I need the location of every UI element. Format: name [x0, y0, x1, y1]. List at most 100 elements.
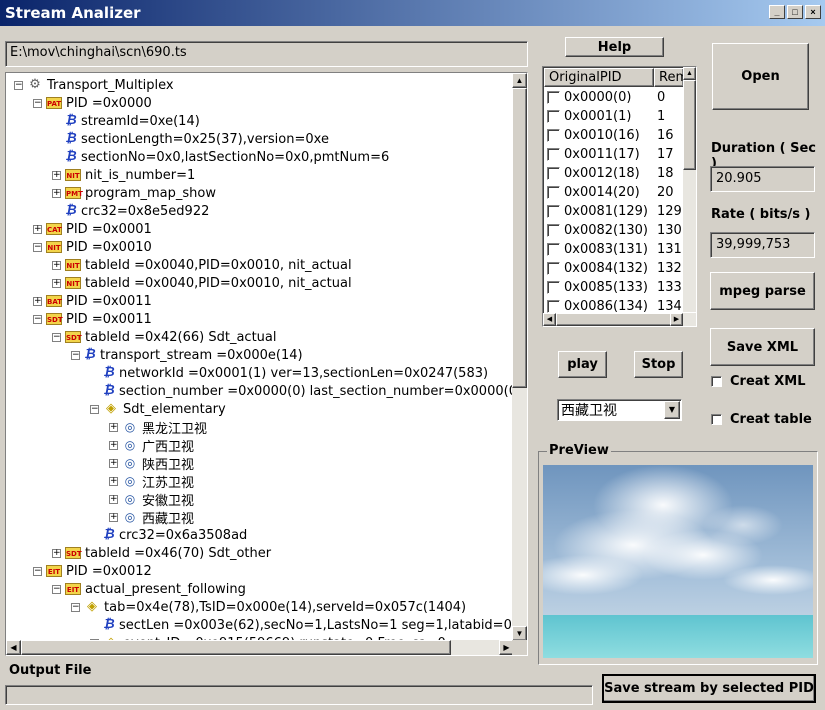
pid-row[interactable]: 0x0012(18) 18 — [547, 164, 674, 183]
tree-node[interactable]: − NIT PID =0x0010 — [33, 238, 152, 256]
tree-node[interactable]: + SDT tableId =0x46(70) Sdt_other — [52, 544, 271, 562]
tree-node[interactable]: ₿ sectionLength=0x25(37),version=0xe — [52, 130, 329, 148]
pid-checkbox[interactable] — [547, 281, 560, 294]
scroll-left-icon[interactable]: ◀ — [6, 640, 21, 655]
pid-row[interactable]: 0x0084(132) 132 — [547, 259, 682, 278]
collapse-icon[interactable]: − — [90, 404, 99, 414]
tree-node[interactable]: + ◎ 安徽卫视 — [109, 490, 194, 509]
pid-scroll-up-icon[interactable]: ▲ — [683, 67, 696, 80]
pid-scroll-right-icon[interactable]: ▶ — [670, 313, 683, 326]
tree-hscroll-thumb[interactable] — [21, 640, 451, 655]
tree-node[interactable]: − PAT PID =0x0000 — [33, 94, 152, 112]
expand-icon[interactable]: + — [52, 278, 61, 288]
col-original-pid[interactable]: OriginalPID — [544, 68, 654, 87]
tree-node[interactable]: − SDT tableId =0x42(66) Sdt_actual — [52, 328, 277, 346]
expand-icon[interactable]: + — [52, 170, 61, 180]
tree-node[interactable]: + NIT nit_is_number=1 — [52, 166, 195, 184]
save-xml-button[interactable]: Save XML — [710, 328, 815, 366]
collapse-icon[interactable]: − — [33, 566, 42, 576]
expand-icon[interactable]: + — [52, 548, 61, 558]
tree-node[interactable]: + ◎ 广西卫视 — [109, 436, 194, 455]
pid-row[interactable]: 0x0082(130) 130 — [547, 221, 682, 240]
open-button[interactable]: Open — [712, 43, 809, 110]
pid-list[interactable]: OriginalPID Rem 0x0000(0)00x0001(1)10x00… — [542, 66, 697, 327]
tree-node[interactable]: ₿ crc32=0x8e5ed922 — [52, 202, 209, 220]
pid-row[interactable]: 0x0011(17) 17 — [547, 145, 674, 164]
collapse-icon[interactable]: − — [33, 242, 42, 252]
tree-vertical-scrollbar[interactable]: ▲ ▼ — [512, 73, 527, 641]
help-button[interactable]: Help — [565, 37, 664, 57]
tree-node[interactable]: − ◈ tab=0x4e(78),TsID=0x000e(14),serveId=0… — [71, 598, 466, 616]
expand-icon[interactable]: + — [109, 494, 118, 504]
tree-node[interactable]: − EIT PID =0x0012 — [33, 562, 152, 580]
tree-node[interactable]: − SDT PID =0x0011 — [33, 310, 152, 328]
expand-icon[interactable]: + — [52, 260, 61, 270]
tree-node[interactable]: + ◎ 黑龙江卫视 — [109, 418, 207, 437]
expand-icon[interactable]: + — [109, 458, 118, 468]
tree-scroll-thumb[interactable] — [512, 88, 527, 388]
expand-icon[interactable]: + — [33, 224, 42, 234]
expand-icon[interactable]: + — [109, 440, 118, 450]
pid-row[interactable]: 0x0083(131) 131 — [547, 240, 682, 259]
channel-select[interactable]: 西藏卫视 ▼ — [557, 399, 682, 421]
collapse-icon[interactable]: − — [71, 350, 80, 360]
creat-table-checkbox[interactable]: Creat table — [711, 412, 812, 427]
tree-node[interactable]: ₿ sectionNo=0x0,lastSectionNo=0x0,pmtNum=… — [52, 148, 389, 166]
output-file-field[interactable] — [5, 685, 593, 705]
minimize-button[interactable]: _ — [769, 5, 785, 19]
pid-checkbox[interactable] — [547, 243, 560, 256]
play-button[interactable]: play — [558, 351, 607, 378]
pid-checkbox[interactable] — [547, 167, 560, 180]
tree-node[interactable]: ₿ section_number =0x0000(0) last_section_… — [90, 382, 514, 400]
tree-horizontal-scrollbar[interactable]: ◀ ▶ — [6, 640, 514, 655]
expand-icon[interactable]: + — [109, 512, 118, 522]
collapse-icon[interactable]: − — [33, 98, 42, 108]
scroll-down-icon[interactable]: ▼ — [512, 626, 527, 641]
stream-tree[interactable]: − ⚙ Transport_Multiplex − PAT PID =0x0000 ₿ str… — [5, 72, 528, 656]
creat-table-box[interactable] — [711, 414, 722, 425]
tree-node[interactable]: ₿ crc32=0x6a3508ad — [90, 526, 247, 544]
pid-checkbox[interactable] — [547, 110, 560, 123]
tree-node[interactable]: + NIT tableId =0x0040,PID=0x0010, nit_actu… — [52, 274, 352, 292]
pid-checkbox[interactable] — [547, 262, 560, 275]
pid-checkbox[interactable] — [547, 186, 560, 199]
collapse-icon[interactable]: − — [71, 602, 80, 612]
pid-scroll-thumb[interactable] — [683, 80, 696, 170]
pid-row[interactable]: 0x0085(133) 133 — [547, 278, 682, 297]
creat-xml-box[interactable] — [711, 376, 722, 387]
tree-node[interactable]: − ₿ transport_stream =0x000e(14) — [71, 346, 303, 364]
pid-row[interactable]: 0x0010(16) 16 — [547, 126, 674, 145]
mpeg-parse-button[interactable]: mpeg parse — [710, 272, 815, 310]
tree-node[interactable]: + ◎ 陕西卫视 — [109, 454, 194, 473]
expand-icon[interactable]: + — [109, 422, 118, 432]
pid-scroll-left-icon[interactable]: ◀ — [543, 313, 556, 326]
tree-node[interactable]: − EIT actual_present_following — [52, 580, 246, 598]
expand-icon[interactable]: + — [33, 296, 42, 306]
pid-hscroll-thumb[interactable] — [556, 313, 673, 326]
close-button[interactable]: × — [805, 5, 821, 19]
pid-checkbox[interactable] — [547, 205, 560, 218]
collapse-icon[interactable]: − — [52, 332, 61, 342]
pid-checkbox[interactable] — [547, 224, 560, 237]
tree-node[interactable]: ₿ networkId =0x0001(1) ver=13,sectionLen=… — [90, 364, 488, 382]
tree-node[interactable]: + PMT program_map_show — [52, 184, 216, 202]
pid-row[interactable]: 0x0081(129) 129 — [547, 202, 682, 221]
tree-node[interactable]: + NIT tableId =0x0040,PID=0x0010, nit_actu… — [52, 256, 352, 274]
stop-button[interactable]: Stop — [634, 351, 683, 378]
col-rem[interactable]: Rem — [654, 68, 684, 87]
pid-vertical-scrollbar[interactable]: ▲ — [683, 67, 696, 312]
file-path-field[interactable]: E:\mov\chinghai\scn\690.ts — [5, 41, 528, 67]
tree-node[interactable]: ₿ sectLen =0x003e(62),secNo=1,LastsNo=1 s… — [90, 616, 514, 634]
collapse-icon[interactable]: − — [33, 314, 42, 324]
maximize-button[interactable]: □ — [787, 5, 803, 19]
pid-row[interactable]: 0x0001(1) 1 — [547, 107, 665, 126]
save-stream-button[interactable]: Save stream by selected PID — [602, 674, 816, 703]
pid-row[interactable]: 0x0000(0) 0 — [547, 88, 665, 107]
scroll-up-icon[interactable]: ▲ — [512, 73, 527, 88]
tree-node[interactable]: − ◈ Sdt_elementary — [90, 400, 226, 418]
tree-node[interactable]: − ⚙ Transport_Multiplex — [14, 76, 174, 94]
collapse-icon[interactable]: − — [52, 584, 61, 594]
pid-row[interactable]: 0x0014(20) 20 — [547, 183, 674, 202]
pid-horizontal-scrollbar[interactable]: ◀ ▶ — [543, 313, 696, 326]
tree-node[interactable]: + ◎ 江苏卫视 — [109, 472, 194, 491]
